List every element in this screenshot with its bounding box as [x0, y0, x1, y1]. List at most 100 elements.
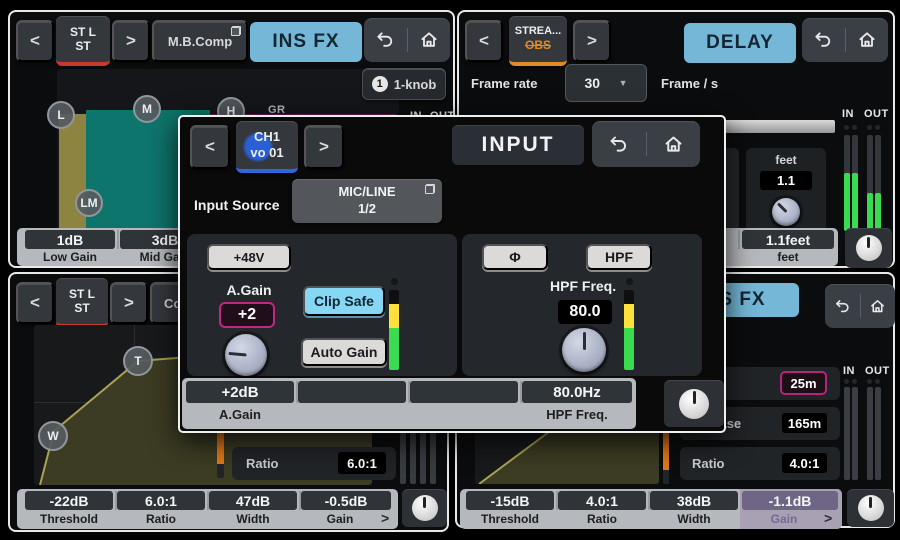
- width-handle[interactable]: W: [38, 421, 68, 451]
- ratio-footer-value[interactable]: 4.0:1: [558, 491, 646, 510]
- hpf-freq-knob[interactable]: [562, 328, 606, 372]
- one-knob-button[interactable]: 1 1-knob: [362, 68, 446, 100]
- channel-select-button[interactable]: ST L ST: [56, 278, 108, 328]
- again-value[interactable]: +2: [219, 302, 275, 328]
- in-meter-l: [844, 135, 850, 231]
- input-popup: < CH1 vo 01 > INPUT Input Source MIC/LIN…: [178, 115, 726, 433]
- ratio-value[interactable]: 4.0:1: [782, 453, 827, 473]
- feet-value[interactable]: 1.1: [760, 171, 812, 190]
- gain-value[interactable]: -0.5dB: [301, 491, 391, 510]
- clip-safe-button[interactable]: Clip Safe: [303, 286, 385, 316]
- chevron-left-icon: <: [30, 31, 40, 51]
- next-channel-button[interactable]: >: [304, 125, 344, 169]
- out-meter-label: OUT: [865, 365, 890, 377]
- prev-channel-button[interactable]: <: [190, 125, 230, 169]
- low-gain-value[interactable]: 1dB: [25, 230, 115, 249]
- feet-knob[interactable]: [772, 198, 800, 226]
- touch-and-turn-knob[interactable]: [402, 489, 447, 527]
- gain-value[interactable]: -1.1dB: [742, 491, 838, 510]
- prev-channel-button[interactable]: <: [465, 20, 503, 62]
- out-meter-r: [875, 135, 881, 231]
- nav-group: [592, 121, 700, 167]
- width-value[interactable]: 38dB: [650, 491, 738, 510]
- gain-cell-selected: -1.1dB Gain >: [740, 489, 842, 529]
- phantom-power-button[interactable]: +48V: [207, 244, 291, 270]
- width-value[interactable]: 47dB: [209, 491, 297, 510]
- again-knob[interactable]: [225, 334, 267, 376]
- chevron-right-icon: >: [319, 137, 329, 157]
- more-params-arrow[interactable]: >: [824, 510, 832, 526]
- frame-rate-dropdown[interactable]: 30 ▼: [565, 64, 647, 102]
- channel-select-button[interactable]: CH1 vo 01: [236, 121, 298, 173]
- input-source-button[interactable]: MIC/LINE 1/2: [292, 179, 442, 223]
- home-icon[interactable]: [857, 30, 877, 50]
- undo-icon[interactable]: [608, 134, 629, 155]
- divider: [646, 132, 647, 156]
- divider: [738, 230, 740, 249]
- feet-footer-value[interactable]: 1.1feet: [742, 230, 834, 249]
- threshold-label: Threshold: [25, 512, 113, 526]
- ratio-footer-label: Ratio: [117, 512, 205, 526]
- threshold-handle[interactable]: T: [123, 346, 153, 376]
- frame-unit-label: Frame / s: [661, 76, 718, 91]
- more-params-arrow[interactable]: >: [381, 510, 389, 526]
- low-band-handle[interactable]: L: [47, 101, 75, 129]
- hpf-button[interactable]: HPF: [586, 244, 652, 270]
- page-title: INS FX: [250, 22, 362, 62]
- hpf-footer-value[interactable]: 80.0Hz: [522, 381, 632, 403]
- low-mid-crossover-handle[interactable]: LM: [75, 189, 103, 217]
- auto-gain-button[interactable]: Auto Gain: [301, 338, 387, 366]
- next-channel-button[interactable]: >: [110, 282, 148, 324]
- low-gain-label: Low Gain: [25, 250, 115, 264]
- fx-preset-button[interactable]: M.B.Comp: [152, 20, 248, 62]
- ratio-footer-value[interactable]: 6.0:1: [117, 491, 205, 510]
- next-channel-button[interactable]: >: [112, 20, 150, 62]
- channel-select-button[interactable]: STREA... OBS: [509, 16, 567, 66]
- hpf-freq-value[interactable]: 80.0: [558, 300, 612, 324]
- channel-select-button[interactable]: ST L ST: [56, 16, 110, 66]
- phase-button[interactable]: Φ: [482, 244, 548, 270]
- in-meter-r: [852, 135, 858, 231]
- chevron-left-icon: <: [479, 31, 489, 51]
- in-meter-l: [844, 387, 850, 480]
- next-channel-button[interactable]: >: [573, 20, 611, 62]
- touch-and-turn-knob[interactable]: [847, 489, 894, 527]
- empty-footer-cell[interactable]: [410, 381, 518, 403]
- clip-indicator: [867, 379, 872, 384]
- mid-band-handle[interactable]: M: [133, 95, 161, 123]
- parameter-footer: +2dB A.Gain 80.0Hz HPF Freq.: [182, 378, 636, 429]
- empty-footer-cell[interactable]: [298, 381, 406, 403]
- ratio-label: Ratio: [692, 456, 725, 471]
- chevron-right-icon: >: [126, 31, 136, 51]
- undo-icon[interactable]: [813, 30, 833, 50]
- home-icon[interactable]: [869, 298, 886, 315]
- threshold-value[interactable]: -22dB: [25, 491, 113, 510]
- touch-and-turn-knob[interactable]: [845, 228, 892, 268]
- mixer-multi-screen: < ST L ST > M.B.Comp INS FX L M H LM 1 1…: [0, 0, 900, 540]
- again-footer-label: A.Gain: [186, 407, 294, 422]
- undo-icon[interactable]: [375, 30, 395, 50]
- home-icon[interactable]: [663, 134, 684, 155]
- touch-and-turn-knob[interactable]: [664, 380, 724, 427]
- copy-icon: [425, 184, 435, 194]
- in-meter-r: [410, 432, 416, 484]
- out-meter-r: [430, 432, 436, 484]
- threshold-value[interactable]: -15dB: [466, 491, 554, 510]
- again-footer-value[interactable]: +2dB: [186, 381, 294, 403]
- copy-icon: [231, 26, 241, 36]
- clip-indicator: [391, 278, 398, 285]
- channel-name-2: ST: [74, 301, 89, 315]
- divider: [860, 294, 861, 318]
- ratio-value[interactable]: 6.0:1: [338, 452, 386, 474]
- chevron-left-icon: <: [205, 137, 215, 157]
- prev-channel-button[interactable]: <: [16, 20, 54, 62]
- home-icon[interactable]: [419, 30, 439, 50]
- attack-value[interactable]: 25m: [780, 371, 827, 395]
- channel-name: CH1: [254, 129, 280, 145]
- nav-group: [364, 18, 450, 62]
- undo-icon[interactable]: [834, 298, 851, 315]
- feet-footer-label: feet: [742, 250, 834, 264]
- release-value[interactable]: 165m: [782, 413, 827, 433]
- prev-channel-button[interactable]: <: [16, 282, 54, 324]
- out-meter-l: [867, 135, 873, 231]
